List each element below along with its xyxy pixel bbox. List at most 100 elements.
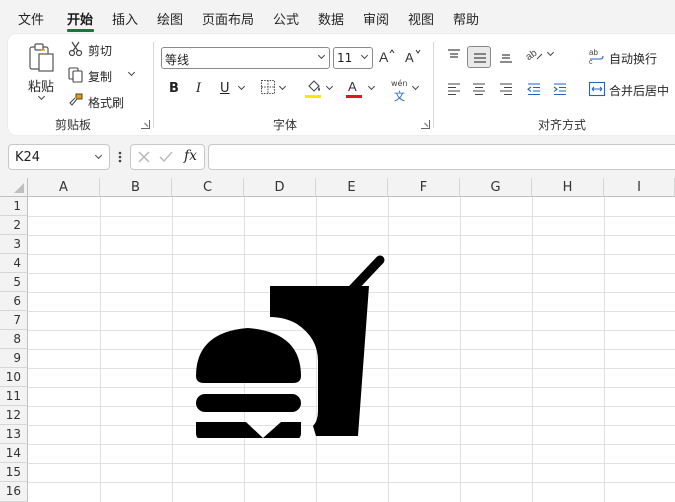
tab-page-layout[interactable]: 页面布局	[202, 9, 254, 28]
bold-button[interactable]: B	[169, 81, 179, 96]
column-header[interactable]: A	[28, 178, 100, 197]
font-size-value: 11	[337, 51, 353, 65]
row-header[interactable]: 1	[0, 197, 28, 216]
cut-button[interactable]: 剪切	[88, 42, 112, 59]
formula-input[interactable]	[208, 144, 675, 170]
tab-data[interactable]: 数据	[318, 9, 344, 28]
burger-and-drink-icon[interactable]	[193, 246, 388, 441]
column-header[interactable]: D	[244, 178, 316, 197]
copy-chevron-down-icon[interactable]	[127, 68, 136, 77]
increase-indent-icon[interactable]	[552, 81, 568, 100]
borders-chevron-down-icon[interactable]	[278, 82, 287, 91]
row-header[interactable]: 10	[0, 368, 28, 387]
group-separator	[433, 42, 434, 128]
tab-draw[interactable]: 绘图	[157, 9, 183, 28]
name-box[interactable]: K24	[8, 144, 110, 170]
phonetic-chevron-down-icon[interactable]	[411, 82, 420, 91]
phonetic-guide-button[interactable]: 文	[394, 88, 405, 104]
row-header[interactable]: 12	[0, 406, 28, 425]
tab-help[interactable]: 帮助	[453, 9, 479, 28]
enter-icon[interactable]	[159, 150, 173, 167]
tab-view[interactable]: 视图	[408, 9, 434, 28]
row-header[interactable]: 3	[0, 235, 28, 254]
clipboard-launcher-icon[interactable]	[141, 120, 150, 129]
tab-home[interactable]: 开始	[67, 9, 93, 28]
chevron-down-icon	[317, 51, 326, 60]
column-header[interactable]: I	[604, 178, 675, 197]
worksheet-grid[interactable]: A B C D E F G H I 1 2 3 4 5 6 7 8 9 10 1…	[0, 178, 675, 502]
underline-chevron-down-icon[interactable]	[237, 82, 246, 91]
tab-review[interactable]: 审阅	[363, 9, 389, 28]
font-name-select[interactable]: 等线	[161, 47, 330, 69]
italic-button[interactable]: I	[196, 81, 201, 96]
decrease-font-icon[interactable]: A	[404, 47, 422, 68]
grid-line	[460, 197, 461, 502]
row-header[interactable]: 8	[0, 330, 28, 349]
align-top-icon[interactable]	[446, 48, 462, 67]
borders-icon[interactable]	[260, 79, 276, 98]
phonetic-top: wén	[391, 79, 408, 88]
row-header[interactable]: 9	[0, 349, 28, 368]
font-size-select[interactable]: 11	[333, 47, 373, 69]
svg-text:A: A	[348, 79, 357, 94]
row-header[interactable]: 2	[0, 216, 28, 235]
svg-text:ab: ab	[526, 47, 540, 63]
grid-line	[28, 444, 675, 445]
select-all-corner[interactable]	[0, 178, 28, 197]
orientation-chevron-down-icon[interactable]	[546, 48, 555, 57]
row-header[interactable]: 14	[0, 444, 28, 463]
copy-button[interactable]: 复制	[88, 68, 112, 85]
row-header[interactable]: 5	[0, 273, 28, 292]
grid-line	[388, 197, 389, 502]
font-color-chevron-down-icon[interactable]	[367, 82, 376, 91]
font-name-value: 等线	[165, 53, 190, 67]
tab-formulas[interactable]: 公式	[273, 9, 299, 28]
column-header[interactable]: F	[388, 178, 460, 197]
merge-center-button[interactable]: 合并后居中	[609, 82, 669, 99]
font-launcher-icon[interactable]	[421, 120, 430, 129]
grid-line	[604, 197, 605, 502]
row-header[interactable]: 6	[0, 292, 28, 311]
alignment-group-label: 对齐方式	[538, 118, 587, 132]
align-left-icon[interactable]	[446, 81, 462, 100]
insert-function-button[interactable]: fx	[184, 148, 197, 164]
chevron-down-icon	[360, 51, 369, 60]
grid-line	[28, 235, 675, 236]
more-options-icon[interactable]	[117, 150, 123, 167]
paste-button[interactable]	[26, 42, 58, 77]
row-header[interactable]: 11	[0, 387, 28, 406]
align-right-icon[interactable]	[498, 81, 514, 100]
chevron-down-icon[interactable]	[94, 151, 103, 160]
decrease-indent-icon[interactable]	[526, 81, 542, 100]
merge-center-icon[interactable]	[588, 80, 606, 101]
tab-insert[interactable]: 插入	[112, 9, 138, 28]
underline-button[interactable]: U	[220, 81, 230, 96]
align-bottom-icon[interactable]	[498, 48, 514, 67]
align-middle-button[interactable]	[467, 46, 491, 68]
wrap-text-icon[interactable]: ab c	[588, 47, 606, 68]
paste-icon	[29, 43, 54, 72]
clipboard-group-label: 剪贴板	[55, 118, 92, 132]
row-header[interactable]: 15	[0, 463, 28, 482]
row-header[interactable]: 4	[0, 254, 28, 273]
row-header[interactable]: 7	[0, 311, 28, 330]
wrap-text-button[interactable]: 自动换行	[609, 50, 657, 67]
fill-color-chevron-down-icon[interactable]	[325, 82, 334, 91]
row-header[interactable]: 13	[0, 425, 28, 444]
column-header[interactable]: H	[532, 178, 604, 197]
format-painter-icon[interactable]	[68, 92, 84, 111]
column-header[interactable]: E	[316, 178, 388, 197]
cancel-icon[interactable]	[137, 150, 151, 167]
format-painter-button[interactable]: 格式刷	[88, 94, 124, 111]
svg-text:ab: ab	[589, 48, 598, 57]
orientation-icon[interactable]: ab	[524, 46, 544, 67]
row-header[interactable]: 16	[0, 482, 28, 502]
cut-icon[interactable]	[68, 41, 84, 60]
column-header[interactable]: G	[460, 178, 532, 197]
increase-font-icon[interactable]: A	[378, 47, 396, 68]
column-header[interactable]: B	[100, 178, 172, 197]
copy-icon[interactable]	[68, 67, 84, 86]
column-header[interactable]: C	[172, 178, 244, 197]
tab-file[interactable]: 文件	[18, 9, 44, 28]
align-center-icon[interactable]	[471, 81, 487, 100]
